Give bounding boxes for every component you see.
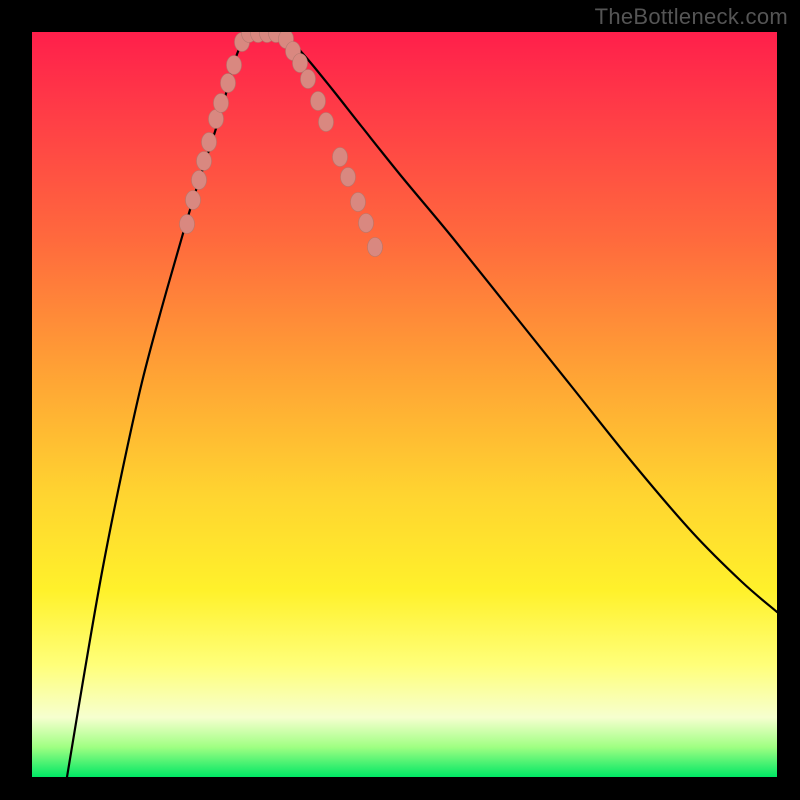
marker-dot <box>214 94 229 113</box>
plot-area <box>32 32 777 777</box>
chart-stage: TheBottleneck.com <box>0 0 800 800</box>
marker-dot <box>333 148 348 167</box>
marker-dot <box>341 168 356 187</box>
marker-dot <box>368 238 383 257</box>
marker-dot <box>197 152 212 171</box>
marker-dot <box>359 214 374 233</box>
marker-dot <box>192 171 207 190</box>
curve-right-branch <box>282 32 777 612</box>
curve-left-branch <box>67 32 247 777</box>
marker-dot <box>351 193 366 212</box>
marker-dot <box>227 56 242 75</box>
marker-dot <box>293 54 308 73</box>
marker-dot <box>221 74 236 93</box>
curves-layer <box>32 32 777 777</box>
marker-dot <box>311 92 326 111</box>
marker-dot <box>301 70 316 89</box>
marker-dot <box>180 215 195 234</box>
marker-dots <box>180 32 383 257</box>
marker-dot <box>319 113 334 132</box>
marker-dot <box>186 191 201 210</box>
watermark-text: TheBottleneck.com <box>595 4 788 30</box>
marker-dot <box>202 133 217 152</box>
